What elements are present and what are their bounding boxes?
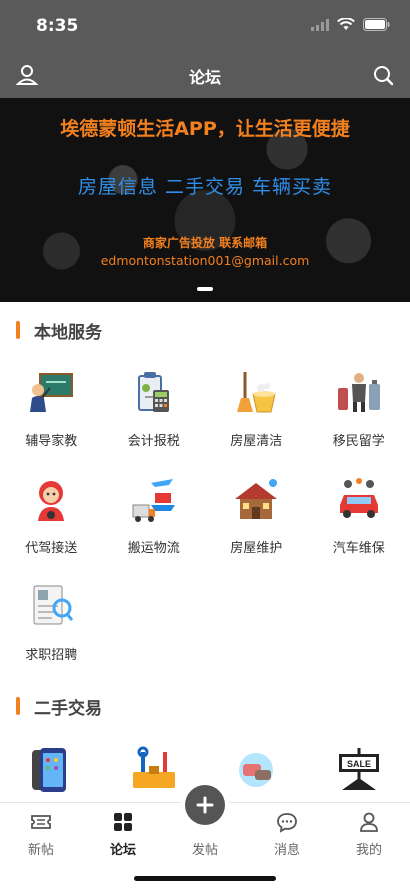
tab-label: 消息 [273,843,300,858]
ticket-icon [31,815,51,829]
search-icon[interactable] [370,62,396,88]
service-label: 会计报税 [127,434,180,449]
local-services-header: 本地服务 [16,318,102,343]
ad-banner[interactable]: 埃德蒙顿生活APP，让生活更便捷 房屋信息 二手交易 车辆买卖 商家广告投放 联… [0,98,410,302]
tab-label: 新帖 [27,843,54,858]
service-driver[interactable]: 代驾接送 [0,465,103,572]
section-title: 二手交易 [34,698,102,719]
driver-icon [38,481,65,521]
grid-icon [114,813,132,831]
section-accent-bar [16,321,20,339]
status-bar: 8:35 [0,0,410,54]
tab-label: 我的 [355,843,382,858]
banner-ad-line: 商家广告投放 联系邮箱 [142,236,268,250]
misc-goods-icon [239,753,274,787]
service-tutor[interactable]: 辅导家教 [0,358,103,465]
message-icon [277,813,297,833]
service-label: 辅导家教 [25,434,78,449]
banner-email: edmontonstation001@gmail.com [100,253,310,268]
tab-label: 发帖 [191,843,218,858]
service-label: 移民留学 [332,434,385,449]
tutor-icon [30,373,74,412]
service-label: 代驾接送 [25,541,78,556]
service-logistics[interactable]: 搬运物流 [103,465,206,572]
battery-icon [363,18,390,31]
tab-post[interactable]: 发帖 [170,833,240,858]
second-hand-header: 二手交易 [16,694,102,719]
service-label: 房屋维护 [230,541,283,556]
carousel-indicator [197,287,213,291]
service-cleaning[interactable]: 房屋清洁 [205,358,308,465]
wifi-icon [337,18,355,30]
section-accent-bar [16,697,20,715]
job-icon [33,585,74,625]
sale-sign-icon: SALE [338,748,379,790]
immigration-icon [337,373,380,412]
service-label: 搬运物流 [127,541,180,556]
profile-icon [360,812,378,832]
tab-forum[interactable]: 论坛 [88,811,158,858]
service-job[interactable]: 求职招聘 [0,572,103,679]
service-accounting[interactable]: 会计报税 [103,358,206,465]
local-services-grid: 辅导家教 会计报税 房屋清洁 移民留学 代驾接送 搬运物流 房屋维护 汽车维保 … [0,358,410,679]
post-button[interactable] [185,785,225,825]
signal-icon [311,18,329,31]
tab-label: 论坛 [109,843,136,858]
service-car-repair[interactable]: 汽车维保 [308,465,410,572]
logistics-icon [132,479,175,522]
car-repair-icon [339,478,378,518]
sale-sign-text: SALE [347,759,371,769]
service-house-repair[interactable]: 房屋维护 [205,465,308,572]
page-title: 论坛 [188,68,221,87]
service-label: 汽车维保 [332,541,385,556]
nav-bar: 论坛 [0,54,410,98]
plus-icon [196,796,214,814]
accounting-icon [137,372,169,412]
tools-icon [132,746,175,788]
tab-new-posts[interactable]: 新帖 [6,811,76,858]
phone-icon [32,748,67,792]
service-label: 求职招聘 [25,648,78,663]
section-title: 本地服务 [34,322,102,343]
status-time: 8:35 [36,16,79,36]
tab-messages[interactable]: 消息 [252,811,322,858]
home-indicator[interactable] [134,876,276,881]
service-immigration[interactable]: 移民留学 [308,358,410,465]
cleaning-icon [237,372,276,413]
service-label: 房屋清洁 [230,434,283,449]
banner-subtitle: 房屋信息 二手交易 车辆买卖 [77,176,333,198]
banner-title: 埃德蒙顿生活APP，让生活更便捷 [60,118,350,140]
house-repair-icon [235,479,278,519]
tab-mine[interactable]: 我的 [334,811,404,858]
